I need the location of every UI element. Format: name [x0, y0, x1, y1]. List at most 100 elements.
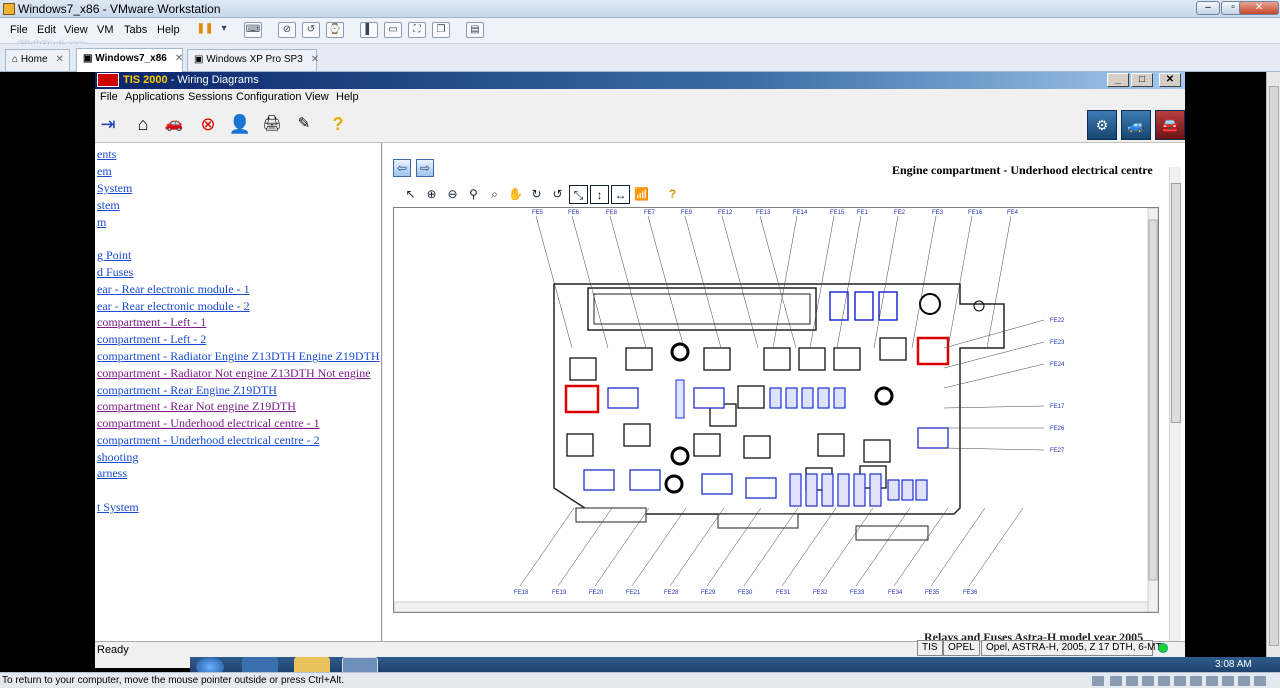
vehicle-diagnostics-icon[interactable]: ⚙ [1087, 110, 1117, 140]
vehicle-car-icon[interactable]: 🚘 [1155, 110, 1185, 140]
floppy-icon[interactable] [1126, 676, 1138, 686]
tis-close-button[interactable]: ✕ [1159, 73, 1181, 87]
print-icon[interactable]: 🖨 [259, 111, 285, 137]
snapshot-icon[interactable]: ⊘ [278, 22, 296, 38]
close-icon[interactable]: ✕ [175, 53, 183, 64]
nav-link[interactable]: System [97, 181, 132, 196]
tis-minimize-button[interactable]: _ [1107, 73, 1129, 87]
leader-line [986, 215, 1012, 349]
zoom-icon[interactable]: ⚲ [464, 185, 483, 204]
nav-link[interactable]: m [97, 215, 106, 230]
fuse-box-diagram[interactable]: FE5 FE6 FE8 FE7 FE9 FE12 FE13 FE14 FE15 FE1 FE2 FE3… [393, 207, 1159, 613]
exit-icon[interactable]: ⇥ [95, 111, 121, 137]
nav-link[interactable]: compartment - Left - 2 [97, 332, 206, 347]
signal-icon[interactable]: 📶 [632, 185, 651, 204]
menu-file[interactable]: File [10, 24, 28, 36]
nav-link[interactable]: compartment - Underhood electrical centr… [97, 416, 320, 431]
tab-windows-xp[interactable]: ▣ Windows XP Pro SP3 ✕ [187, 49, 319, 71]
nav-link[interactable]: arness [97, 466, 127, 481]
nav-link[interactable]: compartment - Left - 1 [97, 315, 206, 330]
notes-icon[interactable]: ✎ [291, 111, 317, 137]
display-icon[interactable] [1206, 676, 1218, 686]
console-view-icon[interactable]: ▭ [384, 22, 402, 38]
diagram-help-icon[interactable]: ? [663, 185, 682, 204]
revert-snapshot-icon[interactable]: ↺ [302, 22, 320, 38]
nav-link[interactable]: ear - Rear electronic module - 2 [97, 299, 250, 314]
zoom-out-icon[interactable]: ⊖ [443, 185, 462, 204]
sidebar-icon[interactable]: ▌ [360, 22, 378, 38]
shared-folder-icon[interactable] [1238, 676, 1250, 686]
tis-menu-view[interactable]: View [305, 91, 329, 103]
nav-link[interactable]: d Fuses [97, 265, 133, 280]
fullscreen-icon[interactable]: ⛶ [408, 22, 426, 38]
cd-icon[interactable] [1110, 676, 1122, 686]
network-icon[interactable] [1142, 676, 1154, 686]
scroll-thumb[interactable] [1269, 86, 1279, 646]
tis-menu-applications[interactable]: Applications [125, 91, 184, 103]
fit-height-icon[interactable]: ↕ [590, 185, 609, 204]
tis-menu-help[interactable]: Help [336, 91, 359, 103]
rotate-back-icon[interactable]: ↺ [548, 185, 567, 204]
scroll-thumb[interactable] [1171, 183, 1181, 423]
tab-home[interactable]: ⌂ Home ✕ [5, 49, 70, 71]
nav-link[interactable]: compartment - Rear Engine Z19DTH [97, 383, 277, 398]
unity-icon[interactable]: ❐ [432, 22, 450, 38]
home-icon[interactable]: ⌂ [130, 111, 156, 137]
nav-link[interactable]: compartment - Rear Not engine Z19DTH [97, 399, 296, 414]
message-icon[interactable] [1222, 676, 1234, 686]
snapshot-manager-icon[interactable]: ⌚ [326, 22, 344, 38]
tis-menu-configuration[interactable]: Configuration [236, 91, 301, 103]
nav-link[interactable]: em [97, 164, 112, 179]
tis-menu-sessions[interactable]: Sessions [188, 91, 233, 103]
nav-link[interactable]: stem [97, 198, 120, 213]
sound-icon[interactable] [1174, 676, 1186, 686]
nav-link[interactable]: shooting [97, 450, 138, 465]
menu-view[interactable]: View [64, 24, 88, 36]
menu-edit[interactable]: Edit [37, 24, 56, 36]
menu-tabs[interactable]: Tabs [124, 24, 147, 36]
pointer-icon[interactable]: ↖ [401, 185, 420, 204]
pan-hand-icon[interactable]: ✋ [506, 185, 525, 204]
zoom-window-icon[interactable]: ⌕ [485, 185, 504, 204]
back-button[interactable]: ⇦ [393, 159, 411, 177]
nav-link[interactable]: ents [97, 147, 116, 162]
vmware-vertical-scrollbar[interactable] [1266, 72, 1280, 668]
stop-icon[interactable]: ⊗ [195, 111, 221, 137]
rotate-icon[interactable]: ↻ [527, 185, 546, 204]
close-button[interactable]: ✕ [1239, 1, 1279, 15]
help-icon[interactable]: ? [325, 111, 351, 137]
send-ctrl-alt-del-icon[interactable]: ⌨ [244, 22, 262, 38]
close-icon[interactable]: ✕ [311, 54, 319, 65]
tis-menu-file[interactable]: File [100, 91, 118, 103]
zoom-in-icon[interactable]: ⊕ [422, 185, 441, 204]
vehicle-info-icon[interactable]: 🚙 [1121, 110, 1151, 140]
diagram-pane: ⇦ ⇨ Engine compartment - Underhood elect… [383, 143, 1185, 644]
nav-link[interactable]: compartment - Underhood electrical centr… [97, 433, 320, 448]
nav-link[interactable]: compartment - Radiator Engine Z13DTH Eng… [97, 349, 380, 364]
menu-vm[interactable]: VM [97, 24, 114, 36]
thumbnail-icon[interactable]: ▤ [466, 22, 484, 38]
nav-link[interactable]: ear - Rear electronic module - 1 [97, 282, 250, 297]
menu-help[interactable]: Help [157, 24, 180, 36]
close-icon[interactable]: ✕ [56, 54, 64, 65]
pause-dropdown-icon[interactable]: ▾ [215, 22, 233, 38]
fit-width-icon[interactable]: ↔ [611, 185, 630, 204]
diagram-vertical-scrollbar[interactable] [1169, 167, 1181, 643]
printer-icon[interactable] [1190, 676, 1202, 686]
nav-link[interactable]: compartment - Radiator Not engine Z13DTH… [97, 366, 371, 381]
nav-link[interactable]: t System [97, 500, 139, 515]
nav-link[interactable]: g Point [97, 248, 131, 263]
forward-button[interactable]: ⇨ [416, 159, 434, 177]
tab-windows7[interactable]: ▣ Windows7_x86 ✕ [76, 48, 183, 72]
leader-line [609, 215, 647, 349]
minimize-button[interactable]: – [1196, 1, 1220, 15]
pause-icon[interactable]: ❚❚ [196, 22, 214, 38]
usb-icon[interactable] [1158, 676, 1170, 686]
vehicle-icon[interactable]: 🚗 [161, 111, 187, 137]
person-icon[interactable]: 👤 [227, 111, 253, 137]
diagram-canvas[interactable]: FE5 FE6 FE8 FE7 FE9 FE12 FE13 FE14 FE15 FE1 FE2 FE3… [393, 207, 1159, 613]
resize-grip-icon[interactable] [1254, 676, 1266, 686]
fit-page-icon[interactable]: ⤡ [569, 185, 588, 204]
hdd-icon[interactable] [1092, 676, 1104, 686]
tis-maximize-button[interactable]: □ [1131, 73, 1153, 87]
